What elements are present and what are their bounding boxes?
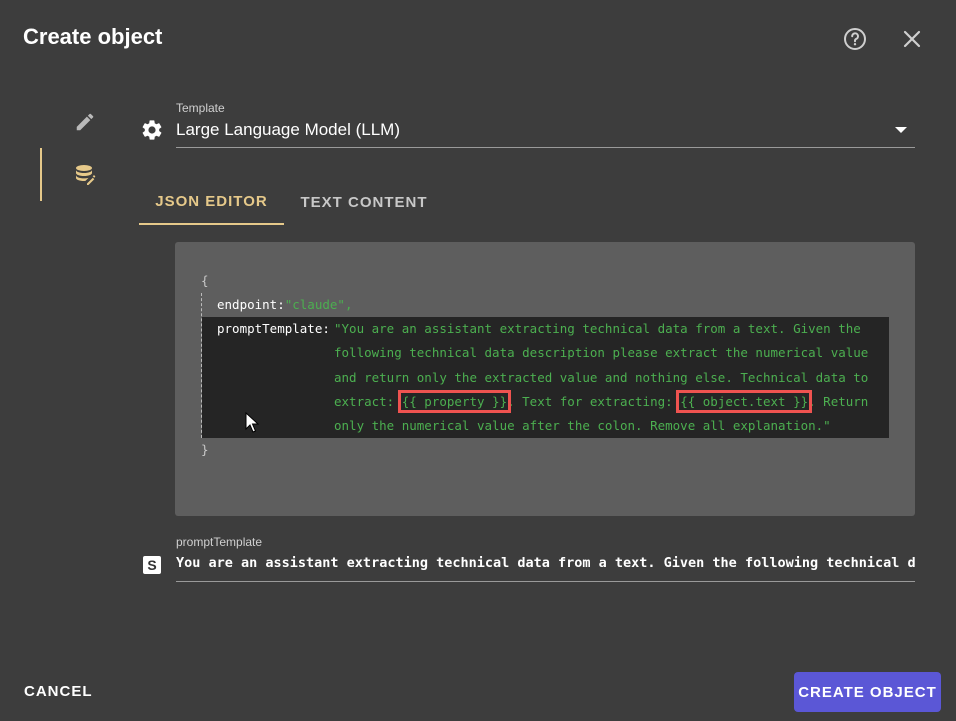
dialog-title: Create object: [23, 24, 163, 49]
prompt-line-5: only the numerical value after the colon…: [334, 418, 831, 433]
prompt-template-key: promptTemplate:: [217, 321, 330, 336]
template-label: Template: [176, 101, 225, 115]
tab-json-editor[interactable]: JSON EDITOR: [139, 180, 284, 225]
gear-icon: [142, 120, 162, 140]
prompt-line-4-a: extract:: [334, 394, 402, 409]
property-placeholder: {{ property }}: [397, 390, 512, 413]
prompt-line-3: and return only the extracted value and …: [334, 370, 869, 385]
prompt-template-field[interactable]: You are an assistant extracting technica…: [176, 553, 915, 582]
prompt-line-4-c: . Return: [808, 394, 869, 409]
prompt-line-2: following technical data description ple…: [334, 345, 869, 360]
close-icon: [903, 30, 921, 48]
object-text-placeholder: {{ object.text }}: [676, 390, 813, 413]
json-object-body: endpoint:"claude", promptTemplate: "You …: [201, 293, 889, 438]
mouse-cursor-icon: [245, 412, 259, 433]
prompt-line-1: "You are an assistant extracting technic…: [334, 321, 861, 336]
template-select-value: Large Language Model (LLM): [176, 120, 400, 139]
database-edit-icon: [76, 164, 96, 185]
close-button[interactable]: [897, 24, 927, 54]
endpoint-row: endpoint:"claude",: [217, 297, 352, 312]
json-open-brace: {: [201, 273, 209, 288]
help-button[interactable]: [840, 24, 870, 54]
rail-edit-item[interactable]: [40, 100, 130, 144]
pencil-icon: [76, 113, 94, 131]
prompt-line-4-b: . Text for extracting:: [507, 394, 681, 409]
tab-text-content[interactable]: TEXT CONTENT: [284, 180, 444, 225]
endpoint-key: endpoint:: [217, 297, 285, 312]
dropdown-arrow-icon: [895, 127, 907, 133]
prompt-line-4: extract: {{ property }}. Text for extrac…: [334, 390, 889, 413]
rail-database-item[interactable]: [40, 148, 130, 201]
cancel-button[interactable]: CANCEL: [24, 683, 93, 700]
prompt-template-field-label: promptTemplate: [176, 535, 263, 549]
string-type-icon: S: [143, 556, 161, 574]
json-close-brace: }: [201, 442, 209, 457]
template-select[interactable]: Large Language Model (LLM): [176, 120, 915, 148]
endpoint-value: "claude",: [284, 297, 353, 312]
create-object-button[interactable]: CREATE OBJECT: [794, 672, 941, 712]
help-icon: [844, 28, 866, 50]
